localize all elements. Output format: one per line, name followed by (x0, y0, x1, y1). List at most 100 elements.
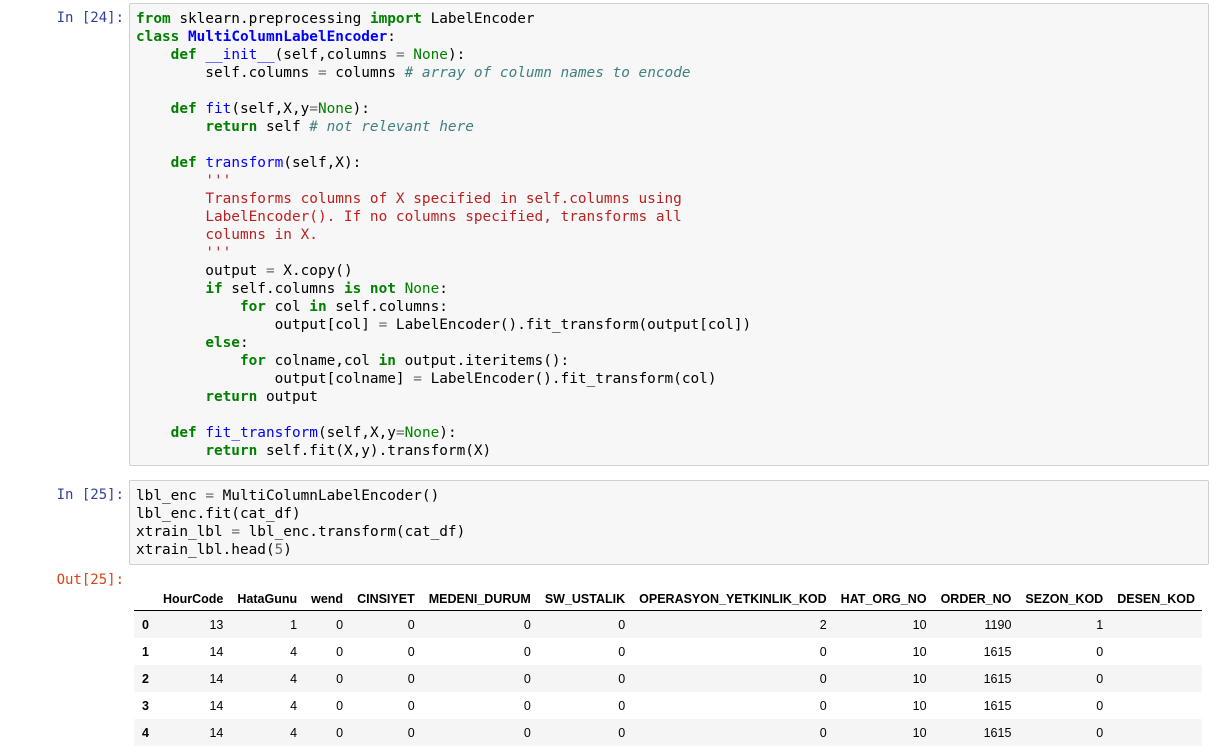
table-cell: 13 (209, 617, 224, 632)
column-header: wend (304, 588, 351, 611)
code-editor[interactable]: lbl_enc = MultiColumnLabelEncoder() lbl_… (129, 480, 1209, 565)
table-row: 2 14 4 0 0 0 0 0 10 1615 0 (134, 665, 1202, 692)
code-editor[interactable]: from sklearn.preprocessing import LabelE… (129, 3, 1209, 466)
table-cell (1110, 692, 1202, 719)
table-cell: 0 (336, 644, 344, 659)
code-line: xtrain_lbl = lbl_enc.transform(cat_df) (136, 524, 466, 540)
table-cell: 0 (819, 698, 827, 713)
table-cell: 0 (618, 644, 626, 659)
column-header: ORDER_NO (933, 588, 1019, 611)
code-line: def fit_transform(self,X,y=None): (170, 425, 457, 441)
code-line: for col in self.columns: (239, 299, 448, 315)
table-cell: 0 (618, 725, 626, 740)
table-cell: 10 (912, 644, 927, 659)
column-header: DESEN_KOD (1110, 588, 1202, 611)
table-cell: 4 (290, 725, 298, 740)
table-cell: 0 (523, 671, 531, 686)
column-header: CINSIYET (350, 588, 422, 611)
table-cell: 14 (209, 671, 224, 686)
table-cell: 0 (407, 644, 415, 659)
table-body: 0 13 1 0 0 0 0 2 10 1190 1 1 14 4 0 0 0 0 0 10 1615 0 2 14 4 0 0 0 0… (134, 610, 1202, 746)
code-line: lbl_enc = MultiColumnLabelEncoder() (136, 488, 440, 504)
table-cell (1110, 719, 1202, 746)
code-line: class MultiColumnLabelEncoder: (136, 29, 396, 45)
table-cell: 0 (407, 671, 415, 686)
code-line: return output (205, 389, 318, 405)
table-cell: 1615 (983, 644, 1012, 659)
column-header: HataGunu (230, 588, 305, 611)
code-line: ''' (205, 245, 232, 261)
table-cell (1110, 665, 1202, 692)
column-header: HAT_ORG_NO (833, 588, 934, 611)
code-line: columns in X. (205, 227, 318, 243)
code-line: lbl_enc.fit(cat_df) (136, 506, 301, 522)
code-text[interactable]: lbl_enc = MultiColumnLabelEncoder() lbl_… (130, 481, 1208, 563)
code-line: return self.fit(X,y).transform(X) (205, 443, 492, 459)
table-cell: 4 (290, 671, 298, 686)
table-cell: 0 (618, 671, 626, 686)
code-line: if self.columns is not None: (205, 281, 448, 297)
table-cell: 0 (523, 617, 531, 632)
code-line: def __init__(self,columns = None): (170, 47, 466, 63)
output-prompt: Out[25]: (56, 572, 124, 588)
table-cell: 0 (819, 725, 827, 740)
table-header-row: HourCode HataGunu wend CINSIYET MEDENI_DURUM… (134, 588, 1202, 611)
code-line: Transforms columns of X specified in sel… (205, 191, 682, 207)
table-cell: 4 (290, 644, 298, 659)
table-cell: 0 (336, 671, 344, 686)
table-cell: 4 (290, 698, 298, 713)
table-cell: 0 (336, 698, 344, 713)
column-header: SEZON_KOD (1018, 588, 1111, 611)
code-line: from sklearn.preprocessing import LabelE… (136, 11, 535, 27)
code-text[interactable]: from sklearn.preprocessing import LabelE… (130, 4, 1208, 464)
table-cell: 10 (912, 725, 927, 740)
table-cell: 0 (407, 617, 415, 632)
table-cell: 0 (523, 725, 531, 740)
table-cell (1110, 638, 1202, 665)
table-cell: 1 (290, 617, 298, 632)
code-line: def fit(self,X,y=None): (170, 101, 370, 117)
table-cell: 0 (618, 617, 626, 632)
input-prompt: In [25]: (56, 487, 124, 503)
code-line: ''' (205, 173, 232, 189)
code-line: self.columns = columns # array of column… (136, 65, 691, 81)
code-line: for colname,col in output.iteritems(): (239, 353, 570, 369)
table-cell: 2 (819, 617, 827, 632)
table-cell: 0 (819, 671, 827, 686)
row-index: 0 (142, 617, 149, 632)
table-cell: 14 (209, 698, 224, 713)
table-cell: 0 (1096, 725, 1104, 740)
table-row: 3 14 4 0 0 0 0 0 10 1615 0 (134, 692, 1202, 719)
table-cell: 14 (209, 644, 224, 659)
table-cell: 0 (336, 725, 344, 740)
table-cell: 1 (1096, 617, 1104, 632)
input-prompt: In [24]: (56, 10, 124, 26)
code-line: else: (205, 335, 249, 351)
code-line: output[col] = LabelEncoder().fit_transfo… (136, 317, 752, 333)
table-cell: 1615 (983, 725, 1012, 740)
code-line: LabelEncoder(). If no columns specified,… (205, 209, 682, 225)
code-line: return self # not relevant here (205, 119, 474, 135)
table-row: 1 14 4 0 0 0 0 0 10 1615 0 (134, 638, 1202, 665)
table-cell: 0 (1096, 644, 1104, 659)
table-cell (1110, 611, 1202, 639)
table-row: 4 14 4 0 0 0 0 0 10 1615 0 (134, 719, 1202, 746)
row-index: 4 (142, 725, 149, 740)
table-cell: 10 (912, 617, 927, 632)
table-cell: 0 (523, 644, 531, 659)
table-cell: 1615 (983, 671, 1012, 686)
row-index: 3 (142, 698, 149, 713)
table-cell: 0 (1096, 671, 1104, 686)
table-cell: 10 (912, 698, 927, 713)
column-header: SW_USTALIK (537, 588, 633, 611)
column-header: HourCode (155, 588, 231, 611)
table-cell: 0 (1096, 698, 1104, 713)
table-cell: 1615 (983, 698, 1012, 713)
table-cell: 0 (407, 725, 415, 740)
table-cell: 0 (618, 698, 626, 713)
table-cell: 14 (209, 725, 224, 740)
table-cell: 0 (407, 698, 415, 713)
column-header: OPERASYON_YETKINLIK_KOD (632, 588, 834, 611)
table-cell: 0 (523, 698, 531, 713)
column-header: MEDENI_DURUM (421, 588, 538, 611)
